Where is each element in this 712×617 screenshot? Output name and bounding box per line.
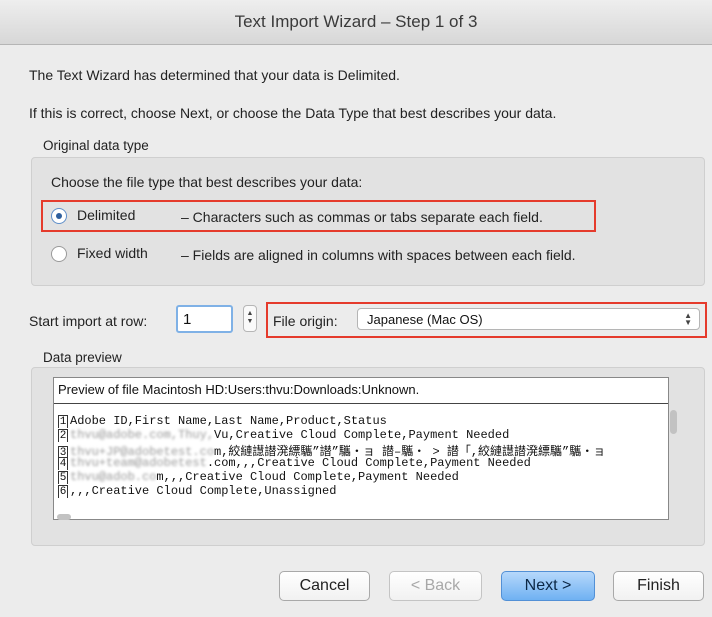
- line-number: 5: [58, 471, 68, 484]
- original-data-type-label: Original data type: [43, 138, 149, 153]
- line-text: m,,,Creative Cloud Complete,Payment Need…: [156, 470, 459, 484]
- line-text: .com,,,Creative Cloud Complete,Payment N…: [206, 456, 531, 470]
- preview-file-header: Preview of file Macintosh HD:Users:thvu:…: [54, 378, 668, 404]
- fixed-width-label[interactable]: Fixed width: [77, 245, 148, 261]
- preview-line: 4 thvu+team@adobetest.com,,,Creative Clou…: [58, 456, 531, 470]
- file-type-prompt: Choose the file type that best describes…: [51, 174, 363, 190]
- preview-line: 2 thvu@adobe.com,Thuy,Vu,Creative Cloud C…: [58, 428, 509, 442]
- line-number: 6: [58, 485, 68, 498]
- intro-message: The Text Wizard has determined that your…: [29, 67, 400, 83]
- title-bar[interactable]: Text Import Wizard – Step 1 of 3: [0, 0, 712, 45]
- line-text: Vu,Creative Cloud Complete,Payment Neede…: [214, 428, 510, 442]
- line-number: 4: [58, 457, 68, 470]
- stepper-down-icon[interactable]: ▼: [247, 318, 254, 325]
- line-number: 1: [58, 415, 68, 428]
- stepper-up-icon[interactable]: ▲: [247, 310, 254, 317]
- redacted-text: thvu@adobe.com,Thuy,: [70, 428, 215, 442]
- preview-vertical-scrollbar[interactable]: [670, 410, 677, 434]
- line-text: Adobe ID,First Name,Last Name,Product,St…: [70, 414, 387, 428]
- next-button[interactable]: Next >: [501, 571, 595, 601]
- text-import-wizard-window: Text Import Wizard – Step 1 of 3 The Tex…: [0, 0, 712, 617]
- row-stepper[interactable]: ▲ ▼: [243, 305, 257, 332]
- preview-line: 1 Adobe ID,First Name,Last Name,Product,S…: [58, 414, 387, 428]
- window-title: Text Import Wizard – Step 1 of 3: [234, 12, 478, 31]
- fixed-width-radio-button[interactable]: [51, 246, 67, 262]
- data-preview-panel[interactable]: Preview of file Macintosh HD:Users:thvu:…: [53, 377, 669, 520]
- cancel-button[interactable]: Cancel: [279, 571, 370, 601]
- redacted-text: thvu+team@adobetest: [70, 456, 207, 470]
- redacted-text: thvu@adob.co: [70, 470, 157, 484]
- fixed-width-radio-option[interactable]: Fixed width: [51, 243, 201, 265]
- delimited-highlight-box: [41, 200, 596, 232]
- start-row-input[interactable]: [176, 305, 233, 333]
- preview-horizontal-scrollbar[interactable]: [57, 514, 71, 520]
- finish-button[interactable]: Finish: [613, 571, 704, 601]
- start-import-row-label: Start import at row:: [29, 313, 148, 329]
- preview-line: 6 ,,,Creative Cloud Complete,Unassigned: [58, 484, 336, 498]
- fixed-width-description: – Fields are aligned in columns with spa…: [181, 247, 576, 263]
- file-origin-highlight-box: [266, 302, 707, 338]
- line-text: ,,,Creative Cloud Complete,Unassigned: [70, 484, 337, 498]
- preview-line: 5 thvu@adob.com,,,Creative Cloud Complete…: [58, 470, 459, 484]
- back-button[interactable]: < Back: [389, 571, 482, 601]
- instruction-message: If this is correct, choose Next, or choo…: [29, 105, 557, 121]
- line-number: 2: [58, 429, 68, 442]
- data-preview-label: Data preview: [43, 350, 122, 365]
